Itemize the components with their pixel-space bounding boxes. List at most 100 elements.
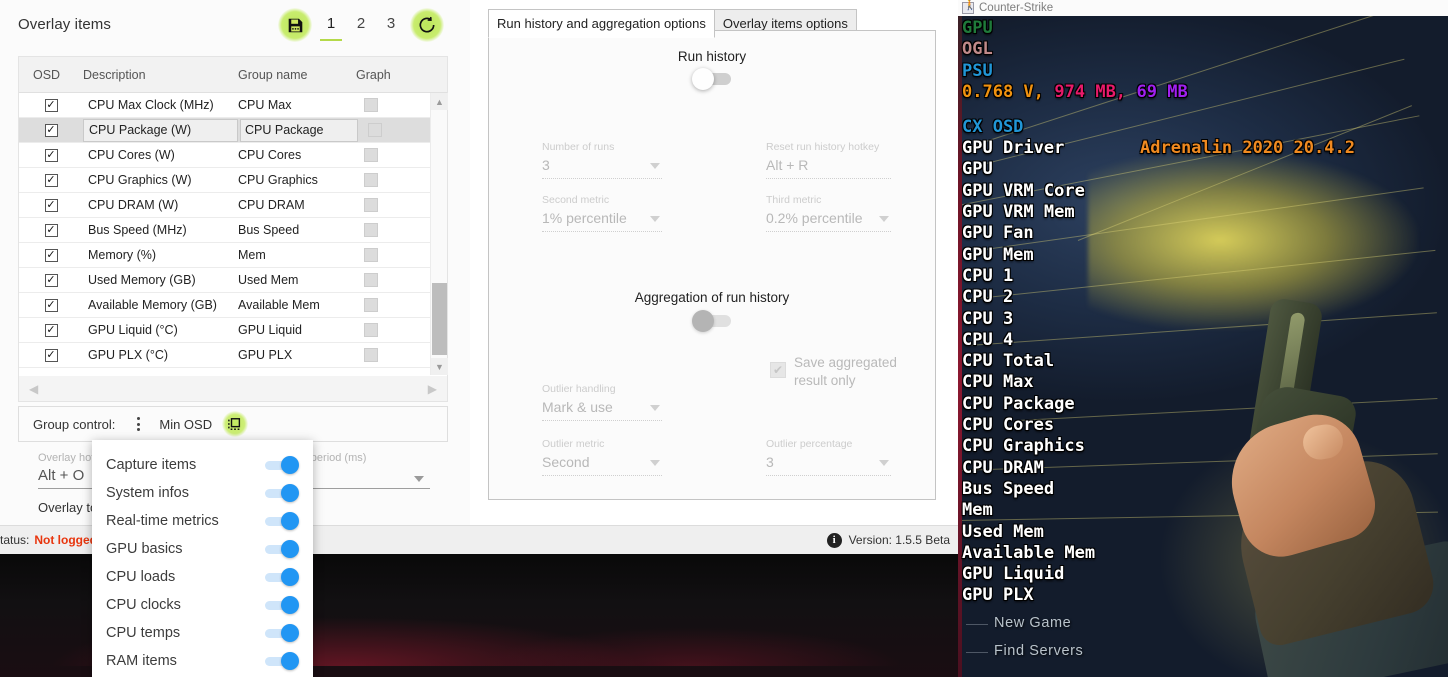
page-tab-2[interactable]: 2 xyxy=(346,9,376,41)
table-row[interactable]: ✓ Used Memory (GB) Used Mem xyxy=(19,268,447,293)
graph-checkbox[interactable] xyxy=(364,173,378,187)
osd-checkbox[interactable]: ✓ xyxy=(44,198,58,212)
table-scrollbar[interactable]: ▲ ▼ xyxy=(430,93,448,375)
outlier-percentage-field[interactable]: Outlier percentage 3 xyxy=(766,438,891,476)
second-metric-field[interactable]: Second metric 1% percentile xyxy=(542,194,662,232)
save-aggregated-result-only-checkbox[interactable]: ✔ xyxy=(770,362,786,378)
table-row[interactable]: ✓ Available Memory (GB) Available Mem xyxy=(19,293,447,318)
menu-item-cpu-loads[interactable]: CPU loads xyxy=(92,563,313,591)
osd-checkbox[interactable]: ✓ xyxy=(44,173,58,187)
minimize-osd-button[interactable] xyxy=(222,411,249,437)
graph-checkbox[interactable] xyxy=(364,223,378,237)
table-row[interactable]: ✓ GPU PLX (°C) GPU PLX xyxy=(19,343,447,368)
osd-checkbox[interactable]: ✓ xyxy=(44,123,58,137)
osd-checkbox[interactable]: ✓ xyxy=(44,298,58,312)
number-of-runs-field[interactable]: Number of runs 3 xyxy=(542,141,662,179)
menu-item-toggle[interactable] xyxy=(265,624,299,642)
menu-item-toggle[interactable] xyxy=(265,540,299,558)
game-menu-item-find-servers[interactable]: Find Servers xyxy=(994,643,1083,659)
graph-checkbox[interactable] xyxy=(364,348,378,362)
osd-checkbox[interactable]: ✓ xyxy=(44,223,58,237)
chevron-down-icon[interactable] xyxy=(414,476,424,482)
light-streak xyxy=(1017,398,1438,421)
chevron-down-icon[interactable] xyxy=(879,216,889,222)
version-info: i Version: 1.5.5 Beta xyxy=(826,532,950,548)
reset-run-history-hotkey-field[interactable]: Reset run history hotkey Alt + R xyxy=(766,141,891,179)
osd-row-label: CPU DRAM xyxy=(962,457,1044,478)
page-tab-1[interactable]: 1 xyxy=(316,9,346,41)
scroll-up-arrow-icon[interactable]: ▲ xyxy=(431,93,448,110)
menu-item-capture-items[interactable]: Capture items xyxy=(92,451,313,479)
graph-checkbox[interactable] xyxy=(364,273,378,287)
menu-item-real-time-metrics[interactable]: Real-time metrics xyxy=(92,507,313,535)
graph-checkbox[interactable] xyxy=(364,323,378,337)
chevron-down-icon[interactable] xyxy=(650,460,660,466)
osd-row-label: Used Mem xyxy=(962,521,1044,542)
table-row[interactable]: ✓ Bus Speed (MHz) Bus Speed xyxy=(19,218,447,243)
scrollbar-thumb[interactable] xyxy=(432,283,447,355)
table-row[interactable]: ✓ CPU Cores (W) CPU Cores xyxy=(19,143,447,168)
osd-checkbox[interactable]: ✓ xyxy=(44,273,58,287)
menu-item-cpu-temps[interactable]: CPU temps xyxy=(92,619,313,647)
login-status-value: Not logged xyxy=(34,533,98,547)
menu-item-toggle[interactable] xyxy=(265,456,299,474)
run-history-toggle[interactable] xyxy=(692,68,734,90)
osd-checkbox[interactable]: ✓ xyxy=(44,323,58,337)
info-icon[interactable]: i xyxy=(826,532,842,548)
hscroll-left-arrow-icon[interactable]: ◀ xyxy=(29,382,38,396)
graph-checkbox[interactable] xyxy=(364,248,378,262)
menu-item-toggle[interactable] xyxy=(265,512,299,530)
scroll-down-arrow-icon[interactable]: ▼ xyxy=(431,358,448,375)
second-metric-value: 1% percentile xyxy=(542,210,627,226)
osd-row-label: GPU Fan xyxy=(962,223,1034,244)
min-osd-label: Min OSD xyxy=(159,416,213,432)
reset-button[interactable] xyxy=(410,8,444,42)
menu-item-toggle[interactable] xyxy=(265,484,299,502)
chevron-down-icon[interactable] xyxy=(650,405,660,411)
graph-checkbox[interactable] xyxy=(364,148,378,162)
graph-checkbox[interactable] xyxy=(364,98,378,112)
tab-run-history-and-aggregation-options[interactable]: Run history and aggregation options xyxy=(488,9,715,38)
osd-checkbox[interactable]: ✓ xyxy=(44,148,58,162)
chevron-down-icon[interactable] xyxy=(650,216,660,222)
group-control-dropdown-menu[interactable]: Capture items System infos Real-time metri… xyxy=(92,440,313,677)
chevron-down-icon[interactable] xyxy=(650,163,660,169)
menu-item-ram-items[interactable]: RAM items xyxy=(92,647,313,675)
table-row[interactable]: ✓ CPU DRAM (W) CPU DRAM xyxy=(19,193,447,218)
menu-item-gpu-basics[interactable]: GPU basics xyxy=(92,535,313,563)
outlier-metric-field[interactable]: Outlier metric Second xyxy=(542,438,662,476)
page-tab-3[interactable]: 3 xyxy=(376,9,406,41)
menu-item-system-infos[interactable]: System infos xyxy=(92,479,313,507)
osd-row-label: CPU 3 xyxy=(962,308,1014,329)
graph-checkbox[interactable] xyxy=(364,198,378,212)
osd-checkbox[interactable]: ✓ xyxy=(44,248,58,262)
osd-checkbox[interactable]: ✓ xyxy=(44,98,58,112)
save-button[interactable] xyxy=(278,8,312,42)
graph-checkbox[interactable] xyxy=(368,123,382,137)
game-window-title: Counter-Strike xyxy=(979,2,1054,14)
osd-row-label: CPU Cores xyxy=(962,415,1055,436)
osd-checkbox[interactable]: ✓ xyxy=(44,348,58,362)
table-row[interactable]: ✓ CPU Graphics (W) CPU Graphics xyxy=(19,168,447,193)
aggregation-toggle[interactable] xyxy=(692,310,734,332)
menu-item-label: Capture items xyxy=(106,457,197,473)
game-menu-item-new-game[interactable]: New Game xyxy=(994,615,1071,631)
third-metric-field[interactable]: Third metric 0.2% percentile xyxy=(766,194,891,232)
graph-checkbox[interactable] xyxy=(364,298,378,312)
table-row[interactable]: ✓ GPU Liquid (°C) GPU Liquid xyxy=(19,318,447,343)
description-cell: CPU Cores (W) xyxy=(88,148,175,162)
more-vertical-icon[interactable] xyxy=(127,413,149,435)
hscroll-right-arrow-icon[interactable]: ▶ xyxy=(428,382,437,396)
table-body: ✓ CPU Max Clock (MHz) CPU Max ✓ CPU Package … xyxy=(19,93,447,375)
table-row[interactable]: ✓ CPU Max Clock (MHz) CPU Max xyxy=(19,93,447,118)
outlier-handling-field[interactable]: Outlier handling Mark & use xyxy=(542,383,662,421)
table-horizontal-scroll[interactable]: ◀ ▶ xyxy=(18,376,448,402)
table-row[interactable]: ✓ Memory (%) Mem xyxy=(19,243,447,268)
table-row[interactable]: ✓ CPU Package (W) CPU Package xyxy=(19,118,447,143)
overlay-items-header: Overlay items 1 2 3 xyxy=(0,0,470,52)
menu-item-toggle[interactable] xyxy=(265,568,299,586)
menu-item-cpu-clocks[interactable]: CPU clocks xyxy=(92,591,313,619)
chevron-down-icon[interactable] xyxy=(879,460,889,466)
menu-item-toggle[interactable] xyxy=(265,596,299,614)
menu-item-toggle[interactable] xyxy=(265,652,299,670)
